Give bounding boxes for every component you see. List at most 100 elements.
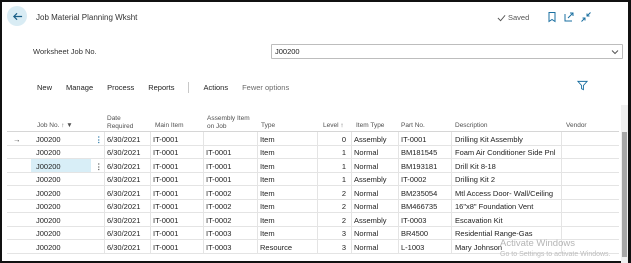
vertical-scrollbar[interactable]: [621, 105, 628, 263]
cell-part-no[interactable]: IT-0003: [401, 216, 426, 225]
cell-assembly-item[interactable]: IT-0003: [206, 243, 231, 252]
cell-level[interactable]: 1: [342, 162, 346, 171]
fewer-options-link[interactable]: Fewer options: [242, 83, 289, 92]
col-type[interactable]: Type: [261, 122, 275, 130]
cell-item-type[interactable]: Assembly: [354, 135, 387, 144]
cell-job-no[interactable]: J00200: [36, 175, 61, 184]
cell-item-type[interactable]: Normal: [354, 148, 378, 157]
cell-level[interactable]: 3: [342, 243, 346, 252]
cell-level[interactable]: 2: [342, 189, 346, 198]
cell-description[interactable]: Residential Range-Gas: [455, 229, 533, 238]
col-date-required[interactable]: Date Required: [107, 115, 133, 130]
cell-part-no[interactable]: IT-0001: [401, 135, 426, 144]
cell-part-no[interactable]: L-1003: [401, 243, 424, 252]
cell-type[interactable]: Resource: [260, 243, 292, 252]
cell-description[interactable]: Escavation Kit: [455, 216, 503, 225]
process-action[interactable]: Process: [107, 83, 134, 92]
cell-description[interactable]: Mary Johnson: [455, 243, 502, 252]
cell-part-no[interactable]: BM235054: [401, 189, 437, 198]
worksheet-job-select[interactable]: J00200: [271, 44, 623, 59]
cell-main-item[interactable]: IT-0001: [153, 175, 178, 184]
cell-assembly-item[interactable]: IT-0002: [206, 189, 231, 198]
cell-date-required[interactable]: 6/30/2021: [107, 216, 140, 225]
cell-main-item[interactable]: IT-0001: [153, 202, 178, 211]
cell-item-type[interactable]: Normal: [354, 229, 378, 238]
table-row[interactable]: J00200 6/30/2021 IT-0001 IT-0002 Item Normal B…: [7, 186, 619, 200]
cell-main-item[interactable]: IT-0001: [153, 162, 178, 171]
cell-description[interactable]: Foam Air Conditioner Side Pnl: [455, 148, 555, 157]
cell-item-type[interactable]: Assembly: [354, 175, 387, 184]
cell-level[interactable]: 1: [342, 175, 346, 184]
cell-description[interactable]: 16"x8" Foundation Vent: [455, 202, 533, 211]
cell-date-required[interactable]: 6/30/2021: [107, 162, 140, 171]
col-vendor[interactable]: Vendor: [566, 122, 587, 130]
cell-main-item[interactable]: IT-0001: [153, 148, 178, 157]
cell-item-type[interactable]: Assembly: [354, 216, 387, 225]
cell-item-type[interactable]: Normal: [354, 243, 378, 252]
cell-part-no[interactable]: BM466735: [401, 202, 437, 211]
cell-type[interactable]: Item: [260, 216, 275, 225]
cell-item-type[interactable]: Normal: [354, 202, 378, 211]
cell-type[interactable]: Item: [260, 135, 275, 144]
cell-job-no[interactable]: J00200: [36, 162, 61, 171]
cell-assembly-item[interactable]: IT-0002: [206, 216, 231, 225]
cell-type[interactable]: Item: [260, 162, 275, 171]
cell-job-no[interactable]: J00200: [36, 202, 61, 211]
collapse-icon[interactable]: [580, 11, 592, 23]
cell-part-no[interactable]: BR4500: [401, 229, 428, 238]
col-assembly-item[interactable]: Assembly Item on Job: [207, 115, 250, 130]
cell-assembly-item[interactable]: IT-0003: [206, 229, 231, 238]
cell-part-no[interactable]: BM193181: [401, 162, 437, 171]
cell-type[interactable]: Item: [260, 189, 275, 198]
cell-item-type[interactable]: Normal: [354, 162, 378, 171]
cell-assembly-item[interactable]: IT-0001: [206, 175, 231, 184]
cell-item-type[interactable]: Normal: [354, 189, 378, 198]
table-row[interactable]: → ⋮ J00200 6/30/2021 IT-0001 Item Assembly IT-0…: [7, 132, 619, 146]
cell-main-item[interactable]: IT-0001: [153, 216, 178, 225]
cell-description[interactable]: Drilling Kit 2: [455, 175, 495, 184]
cell-date-required[interactable]: 6/30/2021: [107, 202, 140, 211]
cell-type[interactable]: Item: [260, 148, 275, 157]
col-item-type[interactable]: Item Type: [356, 122, 384, 130]
col-part-no[interactable]: Part No.: [401, 122, 425, 130]
cell-job-no[interactable]: J00200: [36, 216, 61, 225]
back-button[interactable]: [7, 6, 27, 26]
col-job-no[interactable]: Job No. ↑ ▼: [37, 122, 73, 130]
cell-level[interactable]: 2: [342, 202, 346, 211]
table-row[interactable]: J00200 6/30/2021 IT-0001 IT-0001 Item Assembl…: [7, 172, 619, 186]
cell-part-no[interactable]: BM181545: [401, 148, 437, 157]
cell-main-item[interactable]: IT-0001: [153, 229, 178, 238]
cell-date-required[interactable]: 6/30/2021: [107, 229, 140, 238]
cell-job-no[interactable]: J00200: [36, 135, 61, 144]
table-row[interactable]: ⋮ J00200 6/30/2021 IT-0001 IT-0001 Item Normal…: [7, 159, 619, 173]
cell-assembly-item[interactable]: IT-0001: [206, 148, 231, 157]
cell-assembly-item[interactable]: IT-0002: [206, 202, 231, 211]
bookmark-icon[interactable]: [546, 11, 558, 23]
cell-description[interactable]: Drilling Kit Assembly: [455, 135, 523, 144]
cell-date-required[interactable]: 6/30/2021: [107, 243, 140, 252]
cell-date-required[interactable]: 6/30/2021: [107, 175, 140, 184]
table-row[interactable]: J00200 6/30/2021 IT-0001 IT-0002 Item Normal B…: [7, 199, 619, 213]
cell-level[interactable]: 0: [342, 135, 346, 144]
open-new-window-icon[interactable]: [563, 11, 575, 23]
cell-date-required[interactable]: 6/30/2021: [107, 135, 140, 144]
cell-type[interactable]: Item: [260, 202, 275, 211]
cell-main-item[interactable]: IT-0001: [153, 189, 178, 198]
cell-assembly-item[interactable]: IT-0001: [206, 162, 231, 171]
col-description[interactable]: Description: [455, 122, 488, 130]
actions-menu[interactable]: Actions: [203, 83, 228, 92]
cell-level[interactable]: 2: [342, 216, 346, 225]
filter-icon[interactable]: [576, 80, 589, 93]
manage-action[interactable]: Manage: [66, 83, 93, 92]
cell-main-item[interactable]: IT-0001: [153, 243, 178, 252]
table-row[interactable]: J00200 6/30/2021 IT-0001 IT-0002 Item Assembl…: [7, 213, 619, 227]
cell-job-no[interactable]: J00200: [36, 189, 61, 198]
col-main-item[interactable]: Main Item: [155, 122, 184, 130]
new-action[interactable]: New: [37, 83, 52, 92]
cell-job-no[interactable]: J00200: [36, 229, 61, 238]
cell-level[interactable]: 3: [342, 229, 346, 238]
row-menu-icon[interactable]: ⋮: [95, 162, 103, 171]
cell-job-no[interactable]: J00200: [36, 243, 61, 252]
table-row[interactable]: J00200 6/30/2021 IT-0001 IT-0001 Item Normal B…: [7, 145, 619, 159]
cell-job-no[interactable]: J00200: [36, 148, 61, 157]
